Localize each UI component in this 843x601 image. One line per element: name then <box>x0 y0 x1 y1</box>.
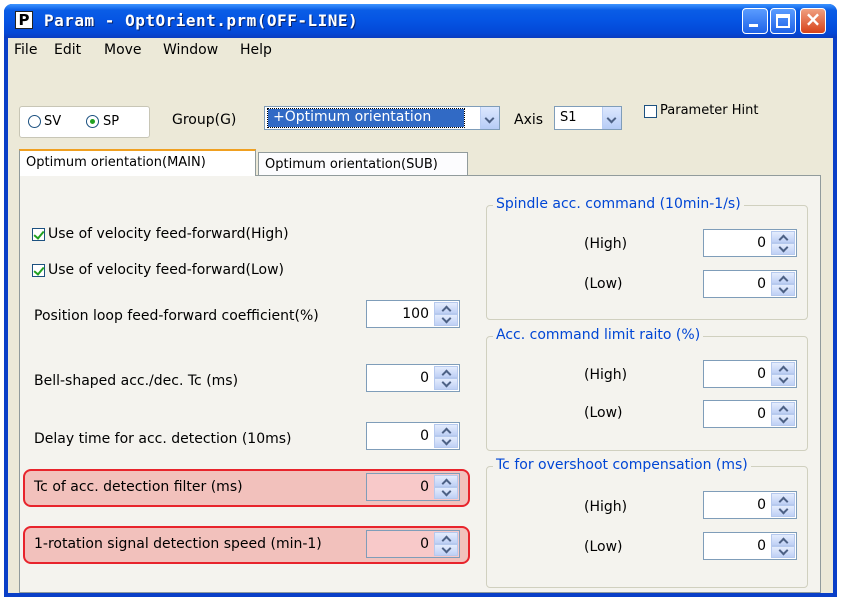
spin-down-icon[interactable] <box>771 243 795 255</box>
group-title: Tc for overshoot compensation (ms) <box>493 457 751 473</box>
row-label-high: (High) <box>584 499 628 515</box>
minimize-button[interactable] <box>742 8 768 34</box>
overshoot-high-spinner[interactable]: 0 <box>703 491 797 519</box>
row-label-high: (High) <box>584 367 628 383</box>
window-title: Param - OptOrient.prm(OFF-LINE) <box>44 11 359 30</box>
app-window: P Param - OptOrient.prm(OFF-LINE) × File… <box>4 4 837 597</box>
spinner-value: 0 <box>420 370 429 386</box>
velocity-ff-high-checkbox[interactable] <box>32 228 45 241</box>
field-label-delay-time: Delay time for acc. detection (10ms) <box>34 431 292 447</box>
spinner-value: 0 <box>757 497 766 513</box>
spindle-acc-high-spinner[interactable]: 0 <box>703 229 797 257</box>
spinner-value: 100 <box>402 306 429 322</box>
tab-label: Optimum orientation(MAIN) <box>26 155 206 170</box>
menu-help[interactable]: Help <box>240 42 272 58</box>
spin-down-icon[interactable] <box>771 546 795 558</box>
radio-sv[interactable] <box>28 115 41 128</box>
acc-limit-high-spinner[interactable]: 0 <box>703 360 797 388</box>
bell-shaped-tc-spinner[interactable]: 0 <box>366 364 460 392</box>
spinner-value: 0 <box>757 276 766 292</box>
chevron-down-icon[interactable] <box>602 107 621 129</box>
acc-limit-low-spinner[interactable]: 0 <box>703 400 797 428</box>
group-acc-command-limit: Acc. command limit raito (%) (High) 0 (L… <box>486 327 808 451</box>
menu-bar: File Edit Move Window Help <box>8 38 833 64</box>
client-area: SV SP Group(G) +Optimum orientation Axis… <box>8 64 833 593</box>
menu-edit[interactable]: Edit <box>54 42 81 58</box>
field-label-bell-shaped: Bell-shaped acc./dec. Tc (ms) <box>34 373 239 389</box>
axis-select[interactable]: S1 <box>554 106 622 130</box>
axis-label: Axis <box>514 112 544 128</box>
axis-select-value: S1 <box>560 110 577 125</box>
spinner-value: 0 <box>757 235 766 251</box>
field-label-acc-filter: Tc of acc. detection filter (ms) <box>34 479 243 495</box>
chevron-down-icon[interactable] <box>480 107 499 129</box>
group-spindle-acc-command: Spindle acc. command (10min-1/s) (High) … <box>486 196 808 320</box>
parameter-hint-label: Parameter Hint <box>660 103 759 118</box>
acc-filter-tc-spinner[interactable]: 0 <box>366 473 460 501</box>
spin-down-icon[interactable] <box>771 505 795 517</box>
spinner-value: 0 <box>757 366 766 382</box>
spinner-value: 0 <box>420 536 429 552</box>
spindle-acc-low-spinner[interactable]: 0 <box>703 270 797 298</box>
row-label-low: (Low) <box>584 276 623 292</box>
row-label-low: (Low) <box>584 405 623 421</box>
menu-move[interactable]: Move <box>104 42 142 58</box>
spin-down-icon[interactable] <box>771 414 795 426</box>
tab-label: Optimum orientation(SUB) <box>265 157 438 172</box>
row-label-low: (Low) <box>584 539 623 555</box>
tab-optimum-orientation-sub[interactable]: Optimum orientation(SUB) <box>258 152 468 176</box>
maximize-icon <box>776 14 790 28</box>
velocity-ff-low-label: Use of velocity feed-forward(Low) <box>48 262 284 278</box>
app-icon: P <box>15 11 33 29</box>
spin-down-icon[interactable] <box>434 378 458 390</box>
field-label-rotation-speed: 1-rotation signal detection speed (min-1… <box>34 536 322 552</box>
spin-down-icon[interactable] <box>771 284 795 296</box>
rotation-speed-spinner[interactable]: 0 <box>366 530 460 558</box>
spin-down-icon[interactable] <box>434 487 458 499</box>
radio-sp-label: SP <box>103 114 120 129</box>
group-select-value: +Optimum orientation <box>273 109 432 125</box>
menu-file[interactable]: File <box>14 42 37 58</box>
spin-down-icon[interactable] <box>434 436 458 448</box>
tab-optimum-orientation-main[interactable]: Optimum orientation(MAIN) <box>19 149 256 176</box>
close-icon: × <box>804 7 822 31</box>
minimize-icon <box>749 24 758 27</box>
position-loop-ff-spinner[interactable]: 100 <box>366 300 460 328</box>
spinner-value: 0 <box>757 538 766 554</box>
velocity-ff-high-label: Use of velocity feed-forward(High) <box>48 226 289 242</box>
close-button[interactable]: × <box>800 7 826 34</box>
radio-sv-label: SV <box>44 114 62 129</box>
menu-window[interactable]: Window <box>163 42 218 58</box>
field-label-position-loop-ff: Position loop feed-forward coefficient(%… <box>34 308 319 324</box>
sv-sp-selector: SV SP <box>19 106 150 138</box>
spin-down-icon[interactable] <box>434 314 458 326</box>
spin-down-icon[interactable] <box>771 374 795 386</box>
group-label: Group(G) <box>172 112 237 128</box>
radio-sp[interactable] <box>86 115 99 128</box>
group-overshoot-compensation: Tc for overshoot compensation (ms) (High… <box>486 457 808 588</box>
delay-time-spinner[interactable]: 0 <box>366 422 460 450</box>
group-select[interactable]: +Optimum orientation <box>264 106 500 130</box>
row-label-high: (High) <box>584 236 628 252</box>
tab-panel: Use of velocity feed-forward(High) Use o… <box>19 175 821 593</box>
spinner-value: 0 <box>420 428 429 444</box>
spinner-value: 0 <box>420 479 429 495</box>
overshoot-low-spinner[interactable]: 0 <box>703 532 797 560</box>
group-title: Spindle acc. command (10min-1/s) <box>493 196 744 212</box>
maximize-button[interactable] <box>770 8 796 34</box>
velocity-ff-low-checkbox[interactable] <box>32 264 45 277</box>
parameter-hint-checkbox[interactable] <box>644 105 657 118</box>
spin-down-icon[interactable] <box>434 544 458 556</box>
title-bar[interactable]: P Param - OptOrient.prm(OFF-LINE) × <box>4 4 837 38</box>
spinner-value: 0 <box>757 406 766 422</box>
group-title: Acc. command limit raito (%) <box>493 327 704 343</box>
